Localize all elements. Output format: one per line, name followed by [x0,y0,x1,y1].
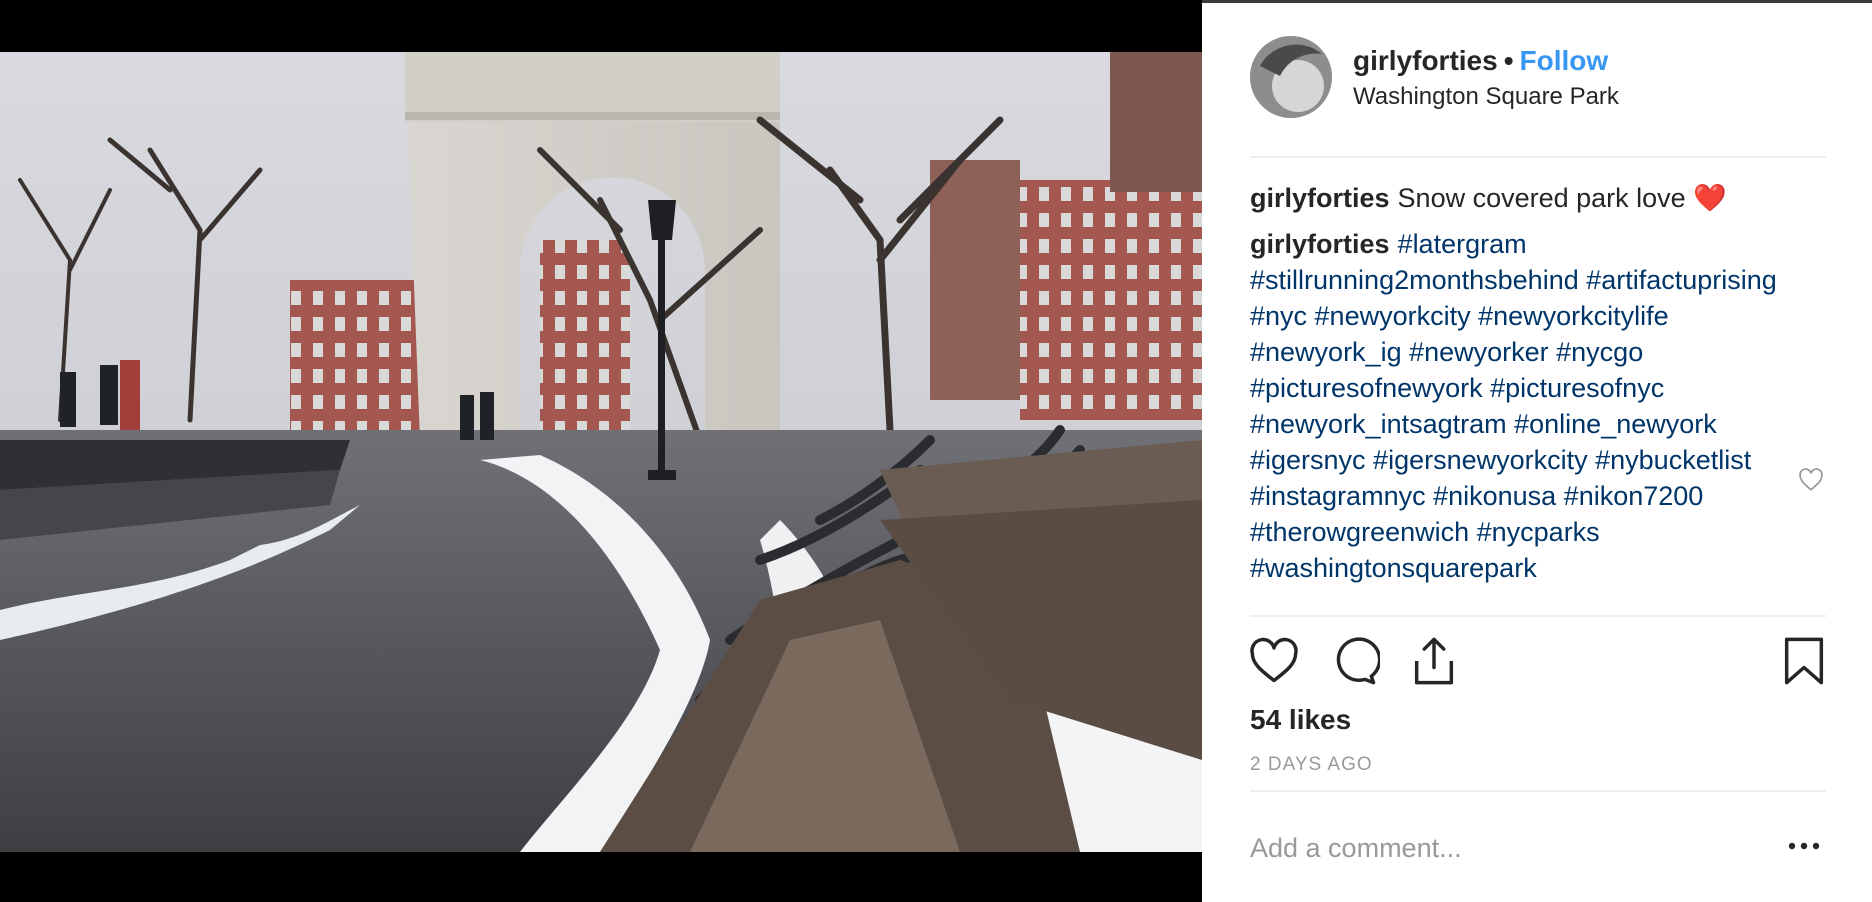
comment-input[interactable] [1250,828,1770,868]
comments-list[interactable]: girlyforties Snow covered park love ❤️ gi… [1250,180,1826,618]
post-header: girlyforties • Follow [1353,44,1608,78]
hashtag-list[interactable]: #latergram #stillrunning2monthsbehind #a… [1250,229,1777,583]
heart-outline-icon[interactable] [1248,635,1300,687]
username-link[interactable]: girlyforties [1353,45,1498,76]
avatar[interactable] [1250,36,1332,118]
header-divider [1250,156,1826,158]
hashtag-comment: girlyforties #latergram #stillrunning2mon… [1250,226,1826,586]
comment-author[interactable]: girlyforties [1250,229,1390,259]
actions-divider [1250,615,1826,617]
ellipsis-icon[interactable] [1786,836,1822,856]
avatar-image [1250,36,1332,118]
separator-dot: • [1503,45,1514,76]
post-age[interactable]: 2 DAYS AGO [1250,752,1373,778]
speech-bubble-icon[interactable] [1328,635,1380,687]
post-photo-panel[interactable] [0,0,1202,902]
comment-text: Snow covered park love [1397,183,1686,213]
comment-divider [1250,790,1826,792]
comment-author[interactable]: girlyforties [1250,183,1390,213]
post-sidebar: girlyforties • Follow Washington Square Pa… [1202,0,1872,902]
likes-count[interactable]: 54 likes [1250,700,1351,740]
bookmark-icon[interactable] [1778,635,1830,687]
share-upload-icon[interactable] [1408,635,1460,687]
window-top-edge [1202,0,1872,3]
heart-emoji: ❤️ [1693,183,1727,213]
small-heart-icon[interactable] [1798,467,1824,493]
follow-button[interactable]: Follow [1520,45,1609,76]
post-photo[interactable] [0,0,1202,902]
location-link[interactable]: Washington Square Park [1353,80,1619,114]
caption-comment: girlyforties Snow covered park love ❤️ [1250,180,1826,216]
